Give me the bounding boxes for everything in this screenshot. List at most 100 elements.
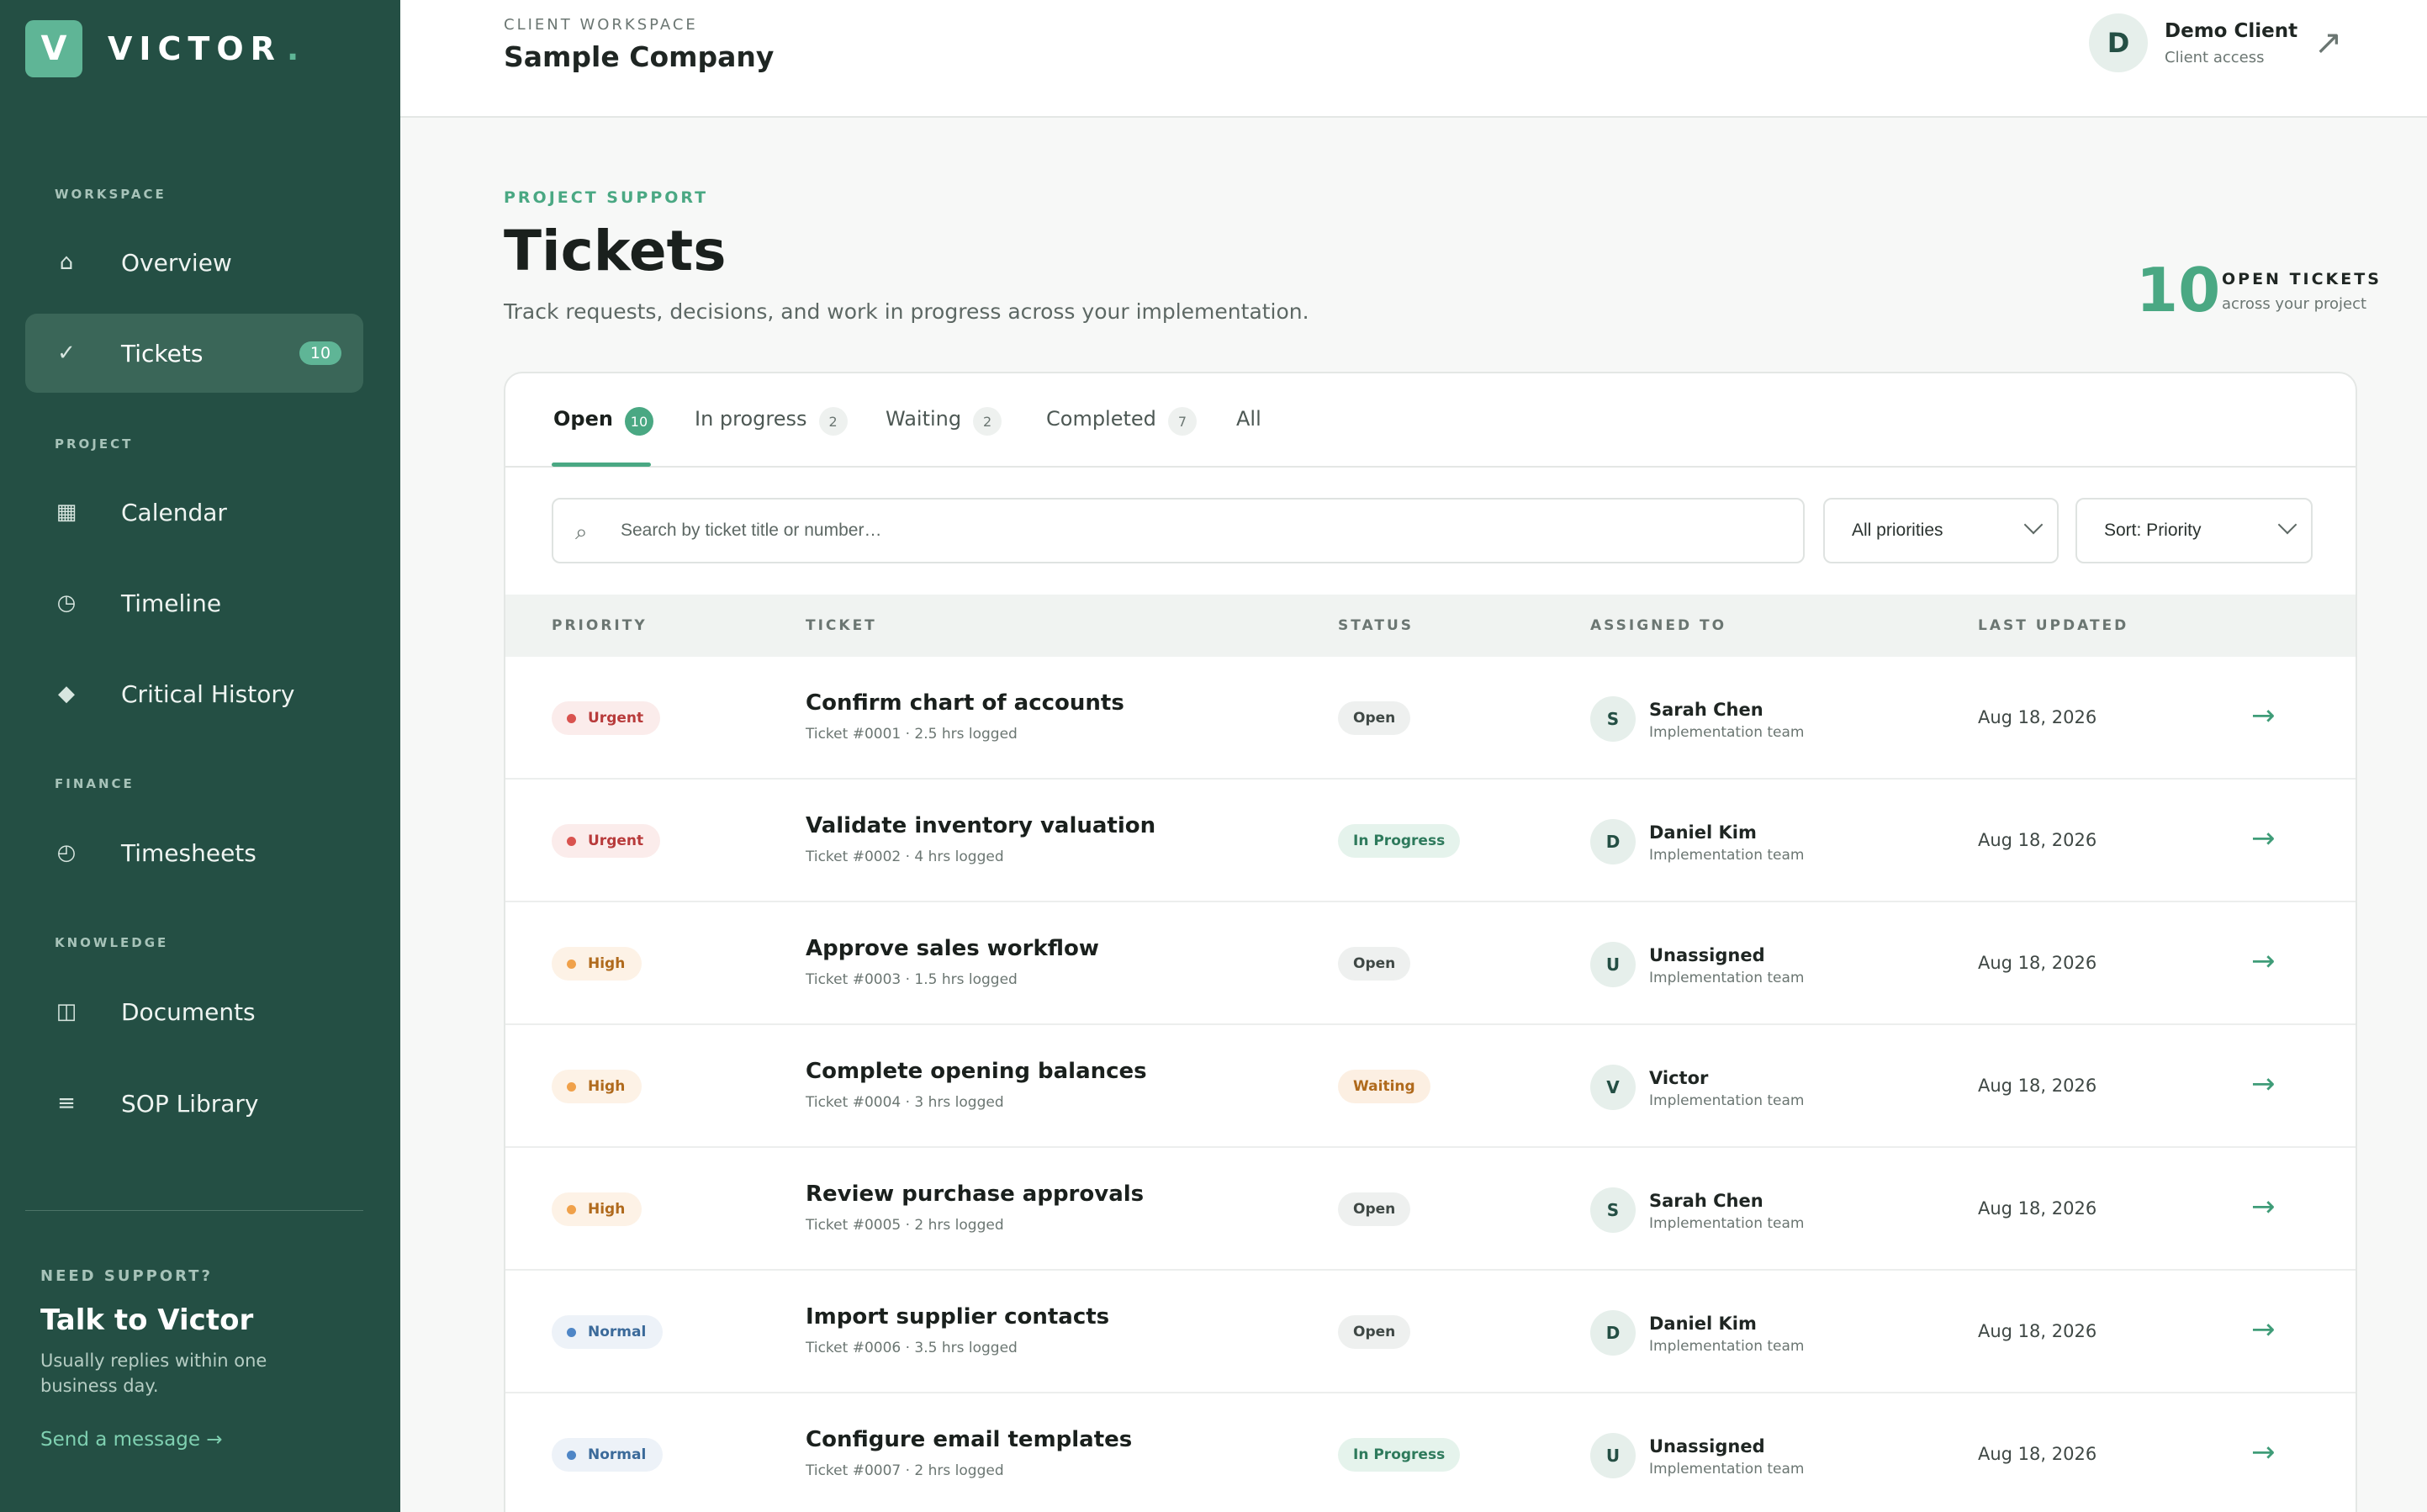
- arrow-right-icon[interactable]: →: [2251, 1313, 2276, 1346]
- ticket-title[interactable]: Import supplier contacts: [806, 1304, 1109, 1330]
- tab-all[interactable]: All: [1236, 402, 1261, 468]
- sidebar: V VICTOR . WORKSPACE ⌂ Overview ✓ Ticket…: [0, 0, 400, 1512]
- priority-badge: High: [552, 947, 642, 981]
- search-box[interactable]: ⌕: [552, 498, 1805, 563]
- priority-label: High: [588, 955, 626, 972]
- sidebar-item-label: Timesheets: [121, 838, 256, 867]
- ticket-title[interactable]: Configure email templates: [806, 1427, 1132, 1452]
- table-row[interactable]: Normal Import supplier contacts Ticket #00…: [505, 1271, 2356, 1393]
- status-badge: Open: [1338, 947, 1411, 981]
- sidebar-item-timeline[interactable]: ◷ Timeline: [25, 563, 363, 642]
- table-row[interactable]: Urgent Validate inventory valuation Ticket…: [505, 780, 2356, 902]
- ticket-meta: Ticket #0002 · 4 hrs logged: [806, 849, 1004, 865]
- logo-dot: .: [286, 30, 299, 67]
- tab-waiting[interactable]: Waiting 2: [886, 402, 1002, 468]
- table-row[interactable]: Normal Configure email templates Ticket #0…: [505, 1393, 2356, 1512]
- column-header-priority[interactable]: PRIORITY: [552, 617, 648, 634]
- tab-count: 7: [1167, 407, 1197, 436]
- ticket-title[interactable]: Review purchase approvals: [806, 1182, 1144, 1207]
- sidebar-item-sop-library[interactable]: ≡ SOP Library: [25, 1064, 363, 1143]
- tab-open[interactable]: Open 10: [553, 402, 653, 468]
- search-input[interactable]: [621, 500, 1781, 562]
- page-title: Tickets: [504, 219, 727, 283]
- section-label-project: PROJECT: [55, 436, 134, 452]
- logo[interactable]: V VICTOR .: [25, 20, 299, 77]
- arrow-right-icon[interactable]: →: [2251, 1067, 2276, 1101]
- calendar-icon: ▦: [56, 500, 77, 525]
- column-header-assigned-to[interactable]: ASSIGNED TO: [1590, 617, 1726, 634]
- open-tickets-label: OPEN TICKETS: [2222, 270, 2382, 288]
- priority-label: Urgent: [588, 710, 644, 727]
- ticket-title[interactable]: Validate inventory valuation: [806, 813, 1155, 838]
- status-tabs: Open 10 In progress 2 Waiting 2 Complete…: [505, 373, 2356, 468]
- page-eyebrow: PROJECT SUPPORT: [504, 188, 709, 207]
- tickets-count-badge: 10: [299, 341, 341, 365]
- assignee-team: Implementation team: [1649, 847, 1805, 864]
- sidebar-item-overview[interactable]: ⌂ Overview: [25, 223, 363, 302]
- tab-label: Waiting: [886, 407, 962, 431]
- table-row[interactable]: High Complete opening balances Ticket #000…: [505, 1025, 2356, 1148]
- priority-dot: [567, 713, 576, 723]
- book-icon: ◫: [56, 999, 77, 1024]
- priority-dot: [567, 959, 576, 969]
- ticket-title[interactable]: Confirm chart of accounts: [806, 690, 1124, 716]
- sidebar-item-tickets[interactable]: ✓ Tickets 10: [25, 314, 363, 393]
- ticket-title[interactable]: Approve sales workflow: [806, 936, 1099, 961]
- column-header-ticket[interactable]: TICKET: [806, 617, 877, 634]
- column-header-last-updated[interactable]: LAST UPDATED: [1978, 617, 2128, 634]
- priority-filter-select[interactable]: All priorities: [1823, 498, 2059, 563]
- assignee-team: Implementation team: [1649, 724, 1805, 741]
- tab-label: In progress: [695, 407, 807, 431]
- table-header: PRIORITY TICKET STATUS ASSIGNED TO LAST …: [505, 595, 2356, 657]
- sidebar-item-critical-history[interactable]: ◆ Critical History: [25, 654, 363, 733]
- arrow-right-icon[interactable]: →: [2251, 1190, 2276, 1224]
- priority-dot: [567, 1081, 576, 1092]
- table-row[interactable]: High Approve sales workflow Ticket #0003 ·…: [505, 902, 2356, 1025]
- priority-label: High: [588, 1078, 626, 1095]
- last-updated: Aug 18, 2026: [1978, 1198, 2097, 1219]
- list-icon: ≡: [57, 1091, 76, 1116]
- avatar: S: [1590, 1187, 1636, 1233]
- send-message-link[interactable]: Send a message →: [40, 1429, 223, 1451]
- assignee-name: Unassigned: [1649, 945, 1765, 965]
- tab-in-progress[interactable]: In progress 2: [695, 402, 848, 468]
- avatar[interactable]: D: [2089, 13, 2148, 72]
- assignee-name: Unassigned: [1649, 1436, 1765, 1456]
- sidebar-item-label: Calendar: [121, 498, 227, 526]
- priority-dot: [567, 1204, 576, 1214]
- sidebar-item-timesheets[interactable]: ◴ Timesheets: [25, 813, 363, 892]
- table-row[interactable]: Urgent Confirm chart of accounts Ticket #0…: [505, 657, 2356, 780]
- workspace-label: CLIENT WORKSPACE: [504, 16, 698, 34]
- tab-count: 2: [973, 407, 1002, 436]
- sort-value: Sort: Priority: [2104, 521, 2202, 540]
- sidebar-divider: [25, 1210, 363, 1211]
- page-subtitle: Track requests, decisions, and work in p…: [504, 299, 1309, 324]
- last-updated: Aug 18, 2026: [1978, 707, 2097, 727]
- sidebar-item-documents[interactable]: ◫ Documents: [25, 972, 363, 1051]
- arrow-right-icon[interactable]: →: [2251, 944, 2276, 978]
- sidebar-item-calendar[interactable]: ▦ Calendar: [25, 473, 363, 552]
- clock-icon: ◷: [56, 590, 77, 616]
- tab-completed[interactable]: Completed 7: [1046, 402, 1197, 468]
- arrow-right-icon[interactable]: →: [2251, 1435, 2276, 1469]
- diamond-icon: ◆: [58, 681, 75, 706]
- ticket-title[interactable]: Complete opening balances: [806, 1059, 1147, 1084]
- column-header-status[interactable]: STATUS: [1338, 617, 1414, 634]
- external-link-icon[interactable]: ↗: [2314, 24, 2343, 62]
- active-tab-indicator: [552, 463, 651, 467]
- sidebar-item-label: Critical History: [121, 679, 295, 708]
- arrow-right-icon[interactable]: →: [2251, 822, 2276, 855]
- avatar: D: [1590, 819, 1636, 864]
- open-tickets-count: 10: [2136, 255, 2221, 325]
- priority-label: Normal: [588, 1446, 647, 1463]
- sort-select[interactable]: Sort: Priority: [2075, 498, 2313, 563]
- last-updated: Aug 18, 2026: [1978, 1444, 2097, 1464]
- avatar: V: [1590, 1065, 1636, 1110]
- table-row[interactable]: High Review purchase approvals Ticket #000…: [505, 1148, 2356, 1271]
- workspace-name: Sample Company: [504, 40, 775, 73]
- last-updated: Aug 18, 2026: [1978, 1076, 2097, 1096]
- tab-label: Open: [553, 407, 613, 431]
- home-icon: ⌂: [59, 250, 74, 275]
- chevron-down-icon: [2277, 515, 2297, 535]
- arrow-right-icon[interactable]: →: [2251, 699, 2276, 732]
